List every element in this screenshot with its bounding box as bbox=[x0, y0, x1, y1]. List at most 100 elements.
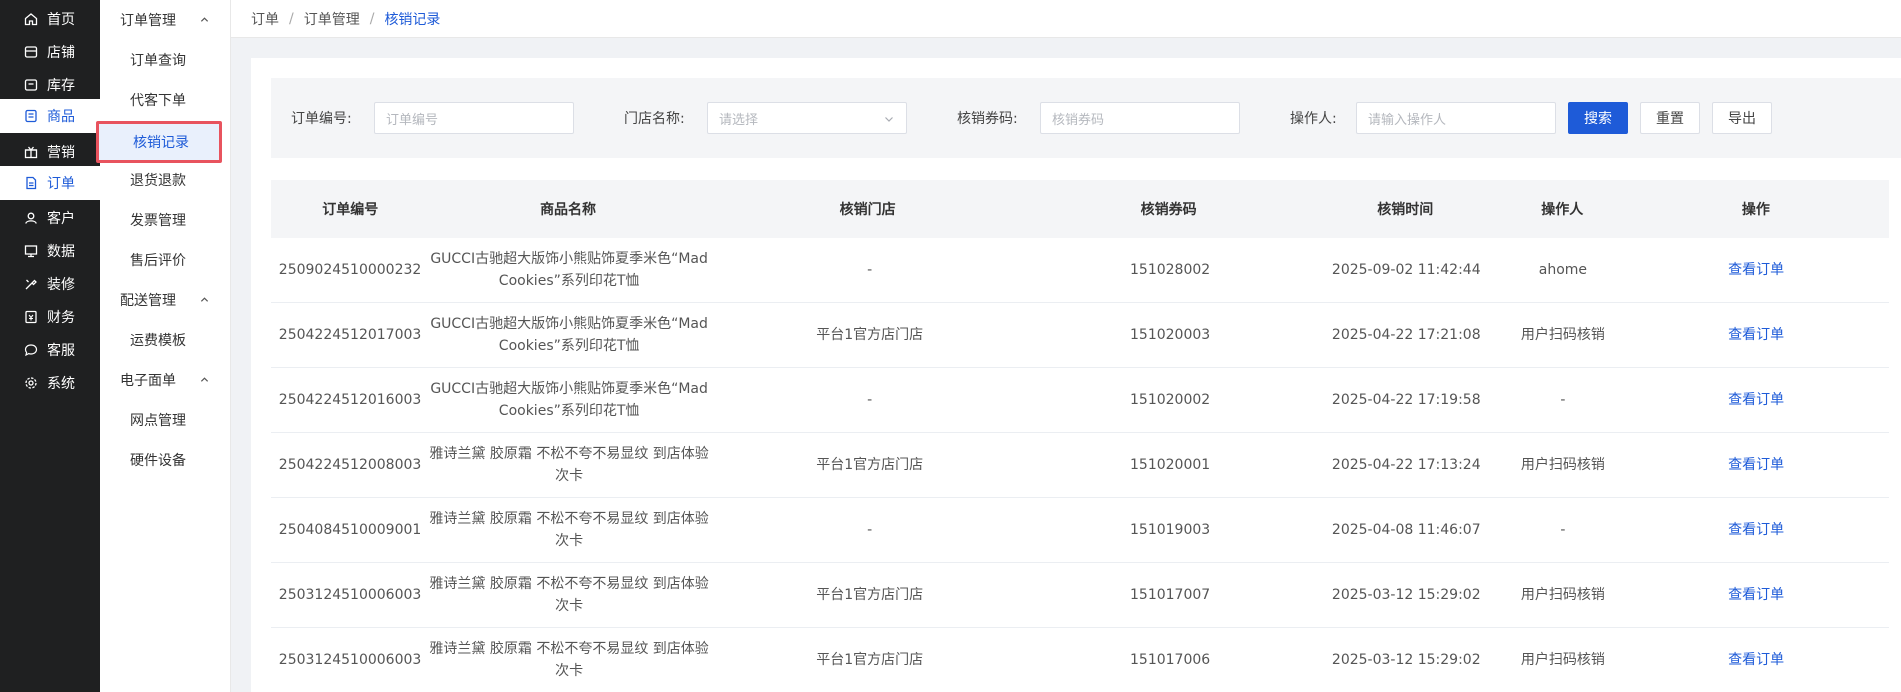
cell-operator: 用户扫码核销 bbox=[1520, 327, 1605, 343]
cell-order-no: 2504224512016003 bbox=[278, 392, 422, 408]
cell-store: 平台1官方店门店 bbox=[709, 563, 1030, 627]
cell-product: GUCCI古驰超大版饰小熊贴饰夏季米色“Mad Cookies”系列印花T恤 bbox=[430, 251, 708, 289]
nav-item-product[interactable]: 商品 bbox=[0, 99, 100, 133]
sub-item-outlet-management[interactable]: 网点管理 bbox=[100, 400, 231, 440]
nav-label: 首页 bbox=[47, 12, 75, 28]
nav-group-waybill[interactable]: 电子面单 bbox=[100, 360, 231, 400]
sub-item-label: 代客下单 bbox=[130, 93, 186, 109]
sub-item-after-sale-review[interactable]: 售后评价 bbox=[100, 240, 231, 280]
view-order-link[interactable]: 查看订单 bbox=[1728, 389, 1784, 411]
table-row: 2504084510009001 雅诗兰黛 胶原霜 不松不夸不易显纹 到店体验次卡… bbox=[271, 498, 1889, 563]
view-order-link[interactable]: 查看订单 bbox=[1728, 259, 1784, 281]
customer-icon bbox=[24, 211, 38, 225]
view-order-link[interactable]: 查看订单 bbox=[1728, 649, 1784, 671]
breadcrumb-separator: / bbox=[289, 10, 294, 27]
breadcrumb-order-management[interactable]: 订单管理 bbox=[304, 9, 360, 29]
cell-action: 查看订单 bbox=[1623, 498, 1889, 562]
coupon-input[interactable]: 核销券码 bbox=[1040, 102, 1240, 134]
cell-store: 平台1官方店门店 bbox=[709, 628, 1030, 692]
cell-operator: - bbox=[1503, 498, 1624, 562]
breadcrumb-current: 核销记录 bbox=[384, 11, 441, 28]
nav-label: 装修 bbox=[47, 277, 75, 293]
cell-store: 平台1官方店门店 bbox=[709, 303, 1030, 367]
cell-order-no: 2503124510006003 bbox=[271, 563, 429, 627]
cell-order-no: 2503124510006003 bbox=[271, 628, 429, 692]
header-coupon: 核销券码 bbox=[1140, 202, 1197, 218]
cell-store: 平台1官方店门店 bbox=[816, 457, 924, 473]
breadcrumb: 订单 / 订单管理 / 核销记录 bbox=[231, 0, 1901, 38]
operator-input[interactable]: 请输入操作人 bbox=[1356, 102, 1556, 134]
cell-time: 2025-03-12 15:29:02 bbox=[1331, 587, 1481, 603]
cell-product: 雅诗兰黛 胶原霜 不松不夸不易显纹 到店体验次卡 bbox=[429, 433, 709, 497]
cell-store: 平台1官方店门店 bbox=[816, 327, 924, 343]
cell-order-no: 2504084510009001 bbox=[278, 522, 422, 538]
cell-order-no: 2509024510000232 bbox=[278, 262, 422, 278]
reset-button[interactable]: 重置 bbox=[1640, 102, 1700, 134]
sub-item-label: 订单查询 bbox=[130, 53, 186, 69]
nav-group-order-management[interactable]: 订单管理 bbox=[100, 0, 231, 40]
sub-item-label: 运费模板 bbox=[130, 333, 186, 349]
export-button[interactable]: 导出 bbox=[1712, 102, 1772, 134]
cell-action: 查看订单 bbox=[1623, 368, 1889, 432]
cell-operator: ahome bbox=[1503, 238, 1624, 302]
cell-time: 2025-09-02 11:42:44 bbox=[1331, 262, 1481, 278]
nav-group-delivery[interactable]: 配送管理 bbox=[100, 280, 231, 320]
sub-item-hardware-device[interactable]: 硬件设备 bbox=[100, 440, 231, 480]
nav-item-order[interactable]: 订单 bbox=[0, 166, 100, 200]
sub-item-label: 硬件设备 bbox=[130, 453, 186, 469]
search-button[interactable]: 搜索 bbox=[1568, 102, 1628, 134]
table-body: 2509024510000232 GUCCI古驰超大版饰小熊贴饰夏季米色“Mad … bbox=[271, 238, 1889, 692]
cell-coupon: 151017006 bbox=[1030, 628, 1310, 692]
nav-label: 商品 bbox=[47, 109, 75, 125]
cell-product: GUCCI古驰超大版饰小熊贴饰夏季米色“Mad Cookies”系列印花T恤 bbox=[430, 316, 708, 354]
sub-item-return-refund[interactable]: 退货退款 bbox=[100, 160, 231, 200]
cell-action: 查看订单 bbox=[1623, 628, 1889, 692]
store-select[interactable]: 请选择 bbox=[707, 102, 907, 134]
header-product: 商品名称 bbox=[540, 202, 597, 218]
nav-label: 营销 bbox=[47, 145, 75, 161]
cell-product: GUCCI古驰超大版饰小熊贴饰夏季米色“Mad Cookies”系列印花T恤 bbox=[429, 238, 709, 302]
table-row: 2503124510006003 雅诗兰黛 胶原霜 不松不夸不易显纹 到店体验次卡… bbox=[271, 563, 1889, 628]
view-order-link[interactable]: 查看订单 bbox=[1728, 584, 1784, 606]
cell-operator: - bbox=[1560, 522, 1566, 538]
sub-item-label: 网点管理 bbox=[130, 413, 186, 429]
sub-item-label: 售后评价 bbox=[130, 253, 186, 269]
order-no-input[interactable]: 订单编号 bbox=[374, 102, 574, 134]
cell-product: 雅诗兰黛 胶原霜 不松不夸不易显纹 到店体验次卡 bbox=[429, 641, 709, 679]
cell-time: 2025-04-22 17:19:58 bbox=[1331, 392, 1481, 408]
chevron-up-icon bbox=[200, 17, 209, 22]
cell-time: 2025-04-08 11:46:07 bbox=[1310, 498, 1503, 562]
content-card: 订单编号: 订单编号 门店名称: 请选择 核销券码: 核销券码 操作人: 请输入… bbox=[251, 58, 1901, 692]
sub-item-order-query[interactable]: 订单查询 bbox=[100, 40, 231, 80]
finance-icon bbox=[24, 310, 38, 324]
sub-item-invoice[interactable]: 发票管理 bbox=[100, 200, 231, 240]
cell-time: 2025-03-12 15:29:02 bbox=[1310, 563, 1503, 627]
view-order-link[interactable]: 查看订单 bbox=[1728, 454, 1784, 476]
cell-operator: - bbox=[1503, 368, 1624, 432]
table-header: 订单编号 商品名称 核销门店 核销券码 核销时间 操作人 操作 bbox=[271, 180, 1889, 238]
cell-coupon: 151028002 bbox=[1030, 238, 1310, 302]
view-order-link[interactable]: 查看订单 bbox=[1728, 519, 1784, 541]
coupon-placeholder: 核销券码 bbox=[1052, 112, 1105, 128]
order-icon bbox=[24, 176, 38, 190]
sub-item-proxy-order[interactable]: 代客下单 bbox=[100, 80, 231, 120]
cell-store: - bbox=[867, 262, 873, 278]
sub-item-verification-records[interactable]: 核销记录 bbox=[96, 121, 222, 163]
cell-coupon: 151020001 bbox=[1130, 457, 1211, 473]
cell-product: 雅诗兰黛 胶原霜 不松不夸不易显纹 到店体验次卡 bbox=[429, 498, 709, 562]
nav-item-system[interactable]: 系统 bbox=[0, 364, 100, 402]
nav-label: 客服 bbox=[47, 343, 75, 359]
cell-action: 查看订单 bbox=[1623, 433, 1889, 497]
breadcrumb-order[interactable]: 订单 bbox=[251, 9, 279, 29]
store-label: 门店名称: bbox=[624, 111, 685, 127]
view-order-link[interactable]: 查看订单 bbox=[1728, 324, 1784, 346]
cell-store: 平台1官方店门店 bbox=[709, 433, 1030, 497]
cell-time: 2025-04-22 17:19:58 bbox=[1310, 368, 1503, 432]
cell-product: 雅诗兰黛 胶原霜 不松不夸不易显纹 到店体验次卡 bbox=[429, 628, 709, 692]
cell-coupon: 151020003 bbox=[1030, 303, 1310, 367]
group-label: 电子面单 bbox=[120, 373, 176, 389]
cell-order-no: 2504224512016003 bbox=[271, 368, 429, 432]
order-no-label: 订单编号: bbox=[291, 111, 352, 127]
header-store: 核销门店 bbox=[839, 202, 896, 218]
sub-item-freight-template[interactable]: 运费模板 bbox=[100, 320, 231, 360]
